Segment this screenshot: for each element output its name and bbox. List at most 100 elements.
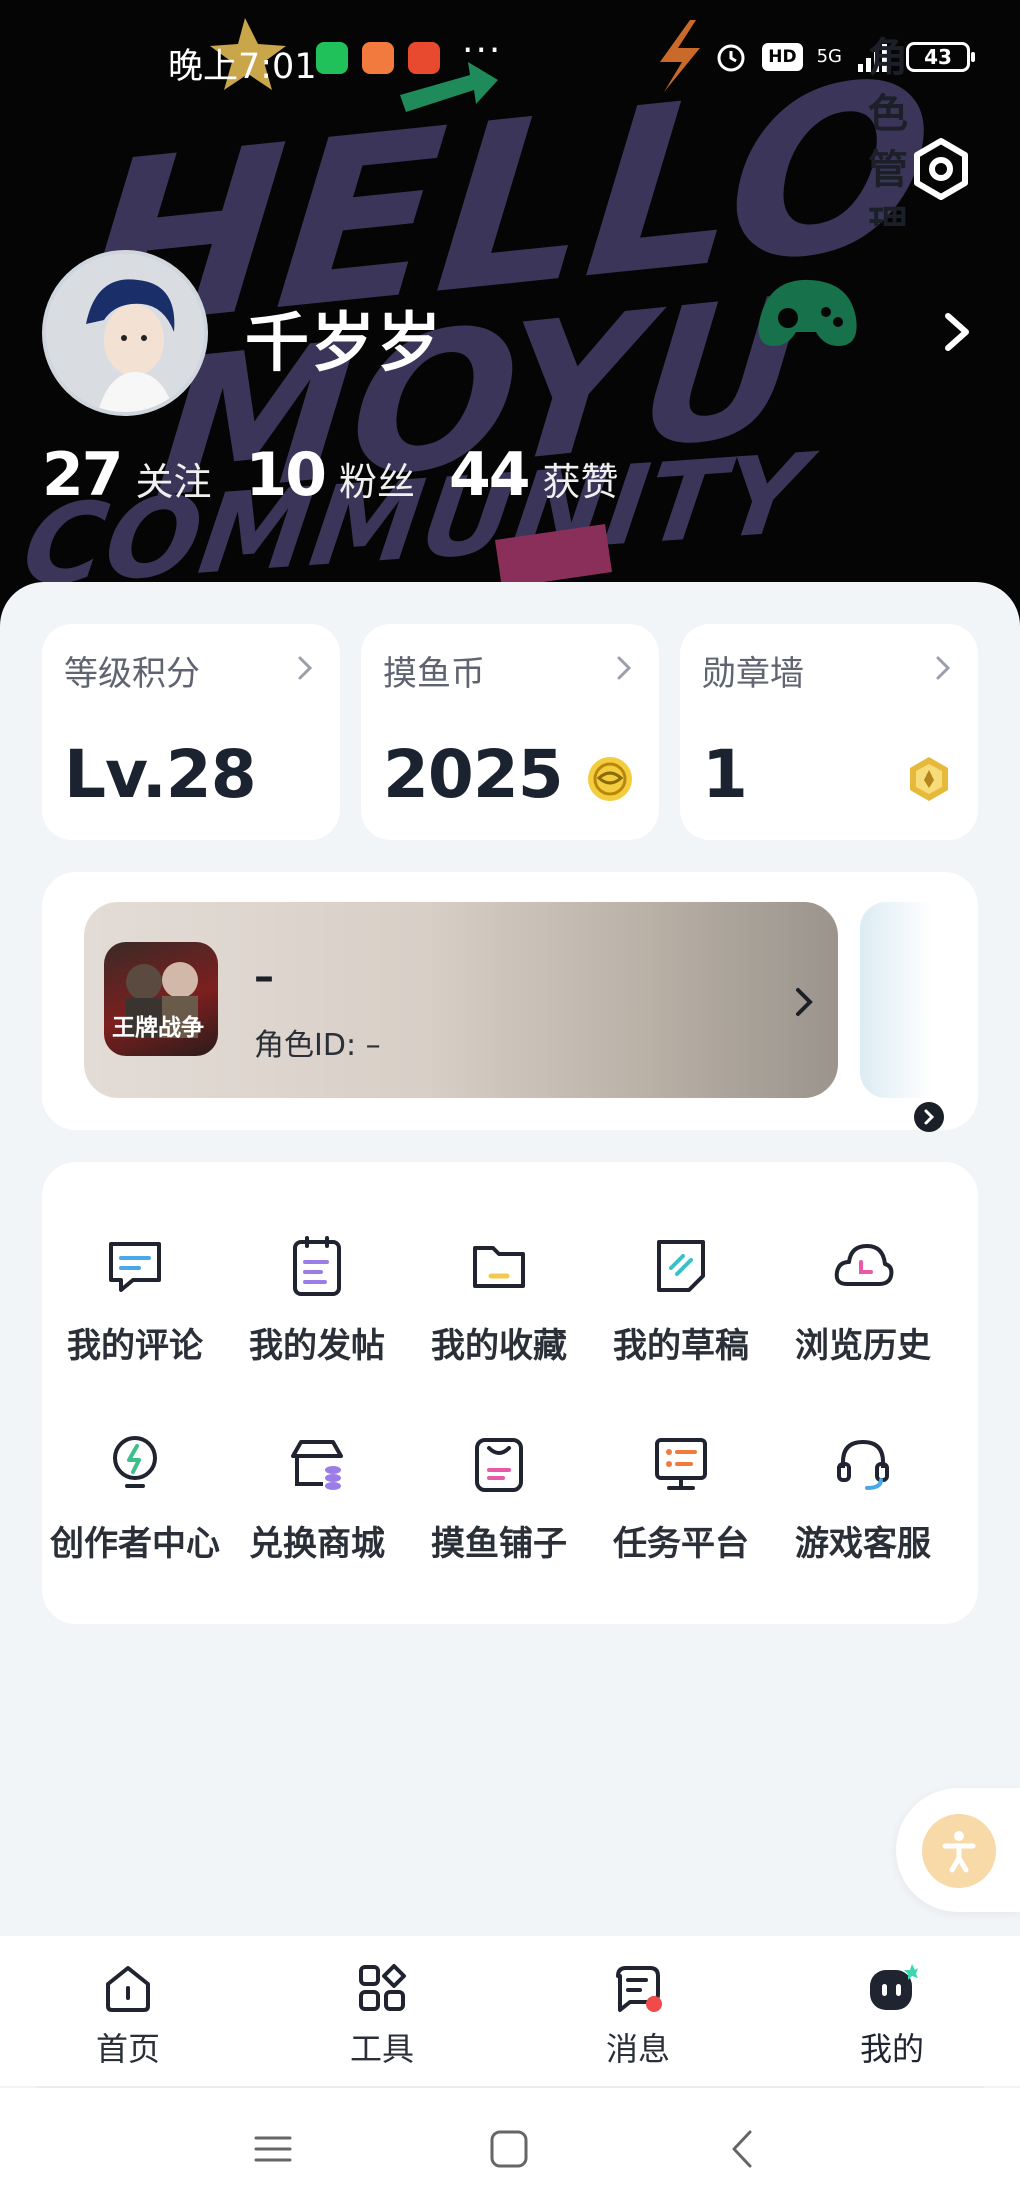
menu-task-platform[interactable]: 任务平台 xyxy=(588,1432,774,1592)
menu-label: 任务平台 xyxy=(613,1524,749,1564)
bulb-icon xyxy=(113,1436,157,1488)
bag-icon xyxy=(475,1438,523,1492)
bottom-tab-bar: 首页 工具 消息 我的 xyxy=(0,1936,1020,2086)
profile-icon xyxy=(870,1964,918,2010)
stat-likes-count: 44 xyxy=(449,440,530,510)
medal-icon xyxy=(910,757,948,801)
shopping-app-icon xyxy=(362,42,394,74)
role-name: – xyxy=(254,954,274,1000)
hd-badge: HD xyxy=(762,43,803,71)
tab-messages[interactable]: 消息 xyxy=(558,1950,718,2070)
menu-browse-history[interactable]: 浏览历史 xyxy=(770,1234,956,1394)
profile-header: HELLO MOYU COMMUNITY 晚上7:01 ··· HD 5G 43… xyxy=(0,0,1020,640)
tab-tools[interactable]: 工具 xyxy=(302,1950,462,2070)
menu-lines-icon[interactable] xyxy=(248,2124,298,2174)
accessibility-icon xyxy=(942,1831,976,1873)
role-manage-label[interactable]: 角色管理 xyxy=(868,30,912,226)
draft-icon xyxy=(657,1240,705,1292)
card-title: 勋章墙 xyxy=(702,654,804,694)
game-title-label: 王牌战争 xyxy=(112,1015,204,1041)
menu-label: 游戏客服 xyxy=(795,1524,931,1564)
game-icon: 王牌战争 xyxy=(104,942,218,1056)
status-bar: 晚上7:01 ··· HD 5G 43 xyxy=(0,30,1020,90)
folder-icon xyxy=(473,1246,525,1288)
menu-label: 浏览历史 xyxy=(795,1326,931,1366)
feature-menu-panel: 我的评论 我的发帖 我的收藏 我的草稿 浏览历史 创作者中心 兑换商城 摸鱼铺子… xyxy=(42,1162,978,1624)
menu-label: 摸鱼铺子 xyxy=(431,1524,567,1564)
menu-my-drafts[interactable]: 我的草稿 xyxy=(588,1234,774,1394)
menu-moyu-shop[interactable]: 摸鱼铺子 xyxy=(406,1432,592,1592)
card-value: Lv.28 xyxy=(64,736,257,813)
avatar-image xyxy=(46,254,204,412)
stat-following[interactable]: 27 关注 xyxy=(42,440,212,510)
game-role-card[interactable]: 王牌战争 – 角色ID: – xyxy=(84,902,838,1098)
chevron-right-icon xyxy=(796,988,813,1016)
alarm-icon xyxy=(717,44,745,72)
system-nav-bar xyxy=(0,2088,1020,2210)
menu-my-posts[interactable]: 我的发帖 xyxy=(224,1234,410,1394)
battery-indicator: 43 xyxy=(906,42,975,72)
shop-icon xyxy=(291,1440,343,1490)
game-role-panel: 王牌战争 – 角色ID: – xyxy=(42,872,978,1130)
stat-likes-label: 获赞 xyxy=(542,460,619,504)
video-app-icon xyxy=(408,42,440,74)
task-icon xyxy=(655,1438,707,1490)
history-icon xyxy=(834,1244,894,1286)
tab-label: 消息 xyxy=(605,2030,670,2068)
username: 千岁岁 xyxy=(245,307,443,381)
menu-exchange-store[interactable]: 兑换商城 xyxy=(224,1432,410,1592)
message-icon xyxy=(616,1966,662,2012)
card-value: 2025 xyxy=(383,736,564,813)
stat-fans-label: 粉丝 xyxy=(339,460,416,504)
tab-home[interactable]: 首页 xyxy=(48,1950,208,2070)
chevron-right-icon[interactable] xyxy=(940,310,976,354)
status-time: 晚上7:01 xyxy=(168,47,317,87)
stat-fans-count: 10 xyxy=(245,440,327,510)
home-square-icon[interactable] xyxy=(484,2124,534,2174)
stat-following-count: 27 xyxy=(42,440,123,510)
tab-label: 我的 xyxy=(859,2030,924,2068)
tab-label: 首页 xyxy=(95,2030,160,2068)
card-value: 1 xyxy=(702,736,748,813)
menu-label: 创作者中心 xyxy=(50,1524,220,1564)
headset-icon xyxy=(837,1439,889,1490)
status-right-group: HD 5G 43 xyxy=(714,40,975,74)
role-manage-tab[interactable] xyxy=(860,902,978,1098)
more-notifications-indicator: ··· xyxy=(462,30,503,71)
settings-hex-icon[interactable] xyxy=(908,136,974,202)
menu-creator-center[interactable]: 创作者中心 xyxy=(42,1432,228,1592)
avatar[interactable] xyxy=(42,250,208,416)
card-title: 等级积分 xyxy=(64,654,200,694)
role-id: 角色ID: – xyxy=(254,1028,381,1063)
menu-label: 我的发帖 xyxy=(249,1326,385,1366)
menu-label: 兑换商城 xyxy=(249,1524,385,1564)
menu-label: 我的收藏 xyxy=(431,1326,567,1366)
network-type: 5G xyxy=(816,46,842,67)
role-manage-arrow-icon[interactable] xyxy=(914,1102,944,1132)
profile-stats: 27 关注 10 粉丝 44 获赞 xyxy=(42,440,653,510)
medal-wall-card[interactable]: 勋章墙 1 xyxy=(680,624,978,840)
accessibility-circle xyxy=(922,1814,996,1888)
chevron-right-icon xyxy=(936,656,951,680)
wechat-icon xyxy=(316,42,348,74)
menu-my-comments[interactable]: 我的评论 xyxy=(42,1234,228,1394)
chevron-right-icon xyxy=(617,656,632,680)
tools-icon xyxy=(359,1964,406,2011)
coin-icon xyxy=(588,757,632,801)
menu-game-support[interactable]: 游戏客服 xyxy=(770,1432,956,1592)
home-icon xyxy=(106,1966,150,2012)
level-points-card[interactable]: 等级积分 Lv.28 xyxy=(42,624,340,840)
tab-profile[interactable]: 我的 xyxy=(812,1950,972,2070)
menu-my-favorites[interactable]: 我的收藏 xyxy=(406,1234,592,1394)
stat-following-label: 关注 xyxy=(135,460,212,504)
stat-fans[interactable]: 10 粉丝 xyxy=(246,440,416,510)
chevron-right-icon xyxy=(298,656,313,680)
comment-icon xyxy=(109,1242,161,1292)
tab-label: 工具 xyxy=(349,2030,414,2068)
post-icon xyxy=(293,1236,341,1296)
moyu-coin-card[interactable]: 摸鱼币 2025 xyxy=(361,624,659,840)
card-title: 摸鱼币 xyxy=(383,654,485,694)
floating-accessibility-button[interactable] xyxy=(896,1788,1020,1912)
back-chevron-icon[interactable] xyxy=(718,2124,768,2174)
stat-likes[interactable]: 44 获赞 xyxy=(449,440,619,510)
